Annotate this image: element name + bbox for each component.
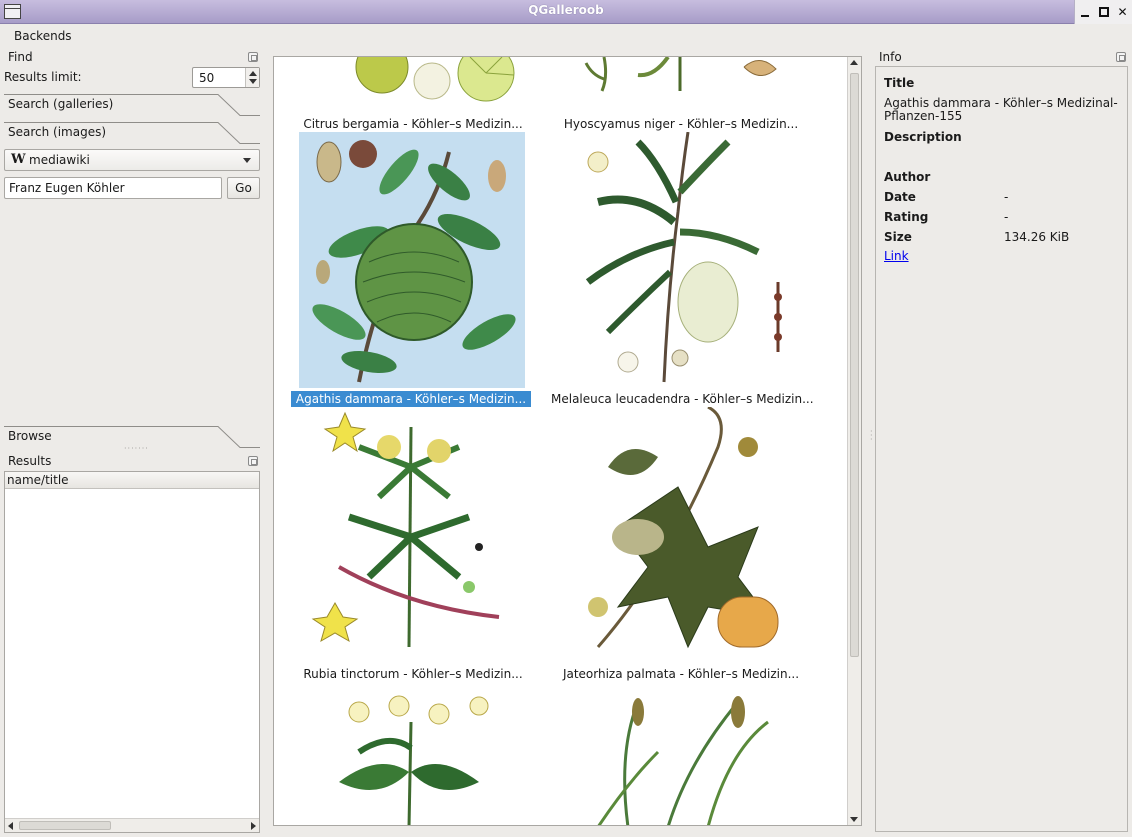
rating-label: Rating	[884, 210, 929, 224]
column-header-name[interactable]: name/title	[5, 472, 259, 489]
window-title: QGalleroob	[528, 3, 604, 17]
float-icon[interactable]	[248, 52, 258, 62]
chevron-down-icon	[243, 158, 251, 163]
gallery-caption[interactable]: Citrus bergamia - Köhler–s Medizin...	[283, 116, 543, 132]
tab-label: Search (images)	[8, 125, 107, 139]
tab-label: Browse	[8, 429, 52, 443]
scroll-right-icon[interactable]	[251, 822, 256, 830]
rating-value: -	[1004, 210, 1009, 224]
description-label: Description	[884, 130, 962, 144]
author-label: Author	[884, 170, 931, 184]
thumbnail-partial-1[interactable]	[299, 692, 525, 825]
scroll-down-icon[interactable]	[850, 817, 858, 822]
thumbnail-partial-2[interactable]	[568, 692, 794, 825]
search-input[interactable]	[4, 177, 222, 199]
close-icon[interactable]: ✕	[1117, 6, 1129, 18]
thumbnail-melaleuca-leucadendra[interactable]	[568, 132, 794, 388]
wikipedia-icon: W	[11, 152, 26, 167]
date-value: -	[1004, 190, 1009, 204]
info-panel: Title Agathis dammara - Köhler–s Medizin…	[875, 66, 1128, 832]
horizontal-scrollbar[interactable]	[5, 818, 259, 832]
splitter-handle[interactable]: · · ·	[870, 428, 874, 444]
info-dock-title: Info	[879, 50, 902, 64]
spin-buttons	[245, 68, 259, 87]
jateorhiza-illustration	[588, 407, 779, 649]
melaleuca-illustration	[585, 132, 782, 383]
thumbnail-citrus-bergamia[interactable]	[300, 57, 526, 103]
tab-search-images[interactable]: Search (images)	[4, 122, 260, 144]
thumbnail-agathis-dammara[interactable]	[299, 132, 525, 388]
date-label: Date	[884, 190, 916, 204]
image-link[interactable]: Link	[884, 249, 909, 263]
gallery-caption[interactable]: Melaleuca leucadendra - Köhler–s Medizin…	[551, 391, 814, 407]
tab-search-galleries[interactable]: Search (galleries)	[4, 94, 260, 116]
window-controls: ✕	[1074, 0, 1132, 24]
scroll-thumb[interactable]	[19, 821, 111, 830]
title-label: Title	[884, 76, 915, 90]
title-value: Agathis dammara - Köhler–s Medizinal-Pfl…	[884, 96, 1118, 123]
gallery-caption[interactable]: Hyoscyamus niger - Köhler–s Medizin...	[551, 116, 811, 132]
backend-select[interactable]: W mediawiki	[4, 149, 260, 171]
go-button[interactable]: Go	[227, 177, 260, 199]
find-dock-title: Find	[8, 50, 33, 64]
minimize-icon[interactable]	[1079, 6, 1091, 18]
hyoscyamus-illustration	[584, 57, 777, 92]
citrus-illustration	[355, 57, 515, 102]
vertical-scrollbar[interactable]	[847, 57, 861, 825]
results-dock-title: Results	[8, 454, 52, 468]
tab-label: Search (galleries)	[8, 97, 114, 111]
results-limit-value: 50	[199, 71, 215, 85]
backend-value: mediawiki	[29, 153, 90, 167]
splitter-handle[interactable]: ·······	[124, 444, 149, 453]
results-list[interactable]: name/title	[4, 471, 260, 833]
scroll-left-icon[interactable]	[8, 822, 13, 830]
results-limit-spinbox[interactable]: 50	[192, 67, 260, 88]
float-icon[interactable]	[248, 456, 258, 466]
results-limit-label: Results limit:	[4, 70, 82, 84]
gallery-caption[interactable]: Rubia tinctorum - Köhler–s Medizin...	[283, 666, 543, 682]
float-icon[interactable]	[1116, 52, 1126, 62]
spin-up-icon[interactable]	[249, 71, 257, 76]
thumbnail-rubia-tinctorum[interactable]	[299, 407, 525, 652]
plant-illustration	[339, 695, 489, 825]
scroll-thumb[interactable]	[850, 73, 859, 657]
thumbnail-jateorhiza-palmata[interactable]	[568, 407, 794, 652]
maximize-icon[interactable]	[1098, 6, 1110, 18]
spin-down-icon[interactable]	[249, 79, 257, 84]
size-label: Size	[884, 230, 912, 244]
gallery-caption[interactable]: Jateorhiza palmata - Köhler–s Medizin...	[551, 666, 811, 682]
rubia-illustration	[311, 411, 500, 648]
thumbnail-hyoscyamus-niger[interactable]	[568, 57, 794, 97]
size-value: 134.26 KiB	[1004, 230, 1070, 244]
window-titlebar: QGalleroob ✕	[0, 0, 1132, 24]
menu-backends[interactable]: Backends	[14, 29, 72, 43]
gallery-caption-selected[interactable]: Agathis dammara - Köhler–s Medizin...	[291, 391, 531, 407]
scroll-up-icon[interactable]	[850, 60, 858, 65]
menubar: Backends	[0, 25, 1132, 47]
grass-illustration	[597, 696, 769, 825]
agathis-illustration	[299, 132, 525, 388]
image-gallery[interactable]: Citrus bergamia - Köhler–s Medizin... Hy…	[273, 56, 862, 826]
